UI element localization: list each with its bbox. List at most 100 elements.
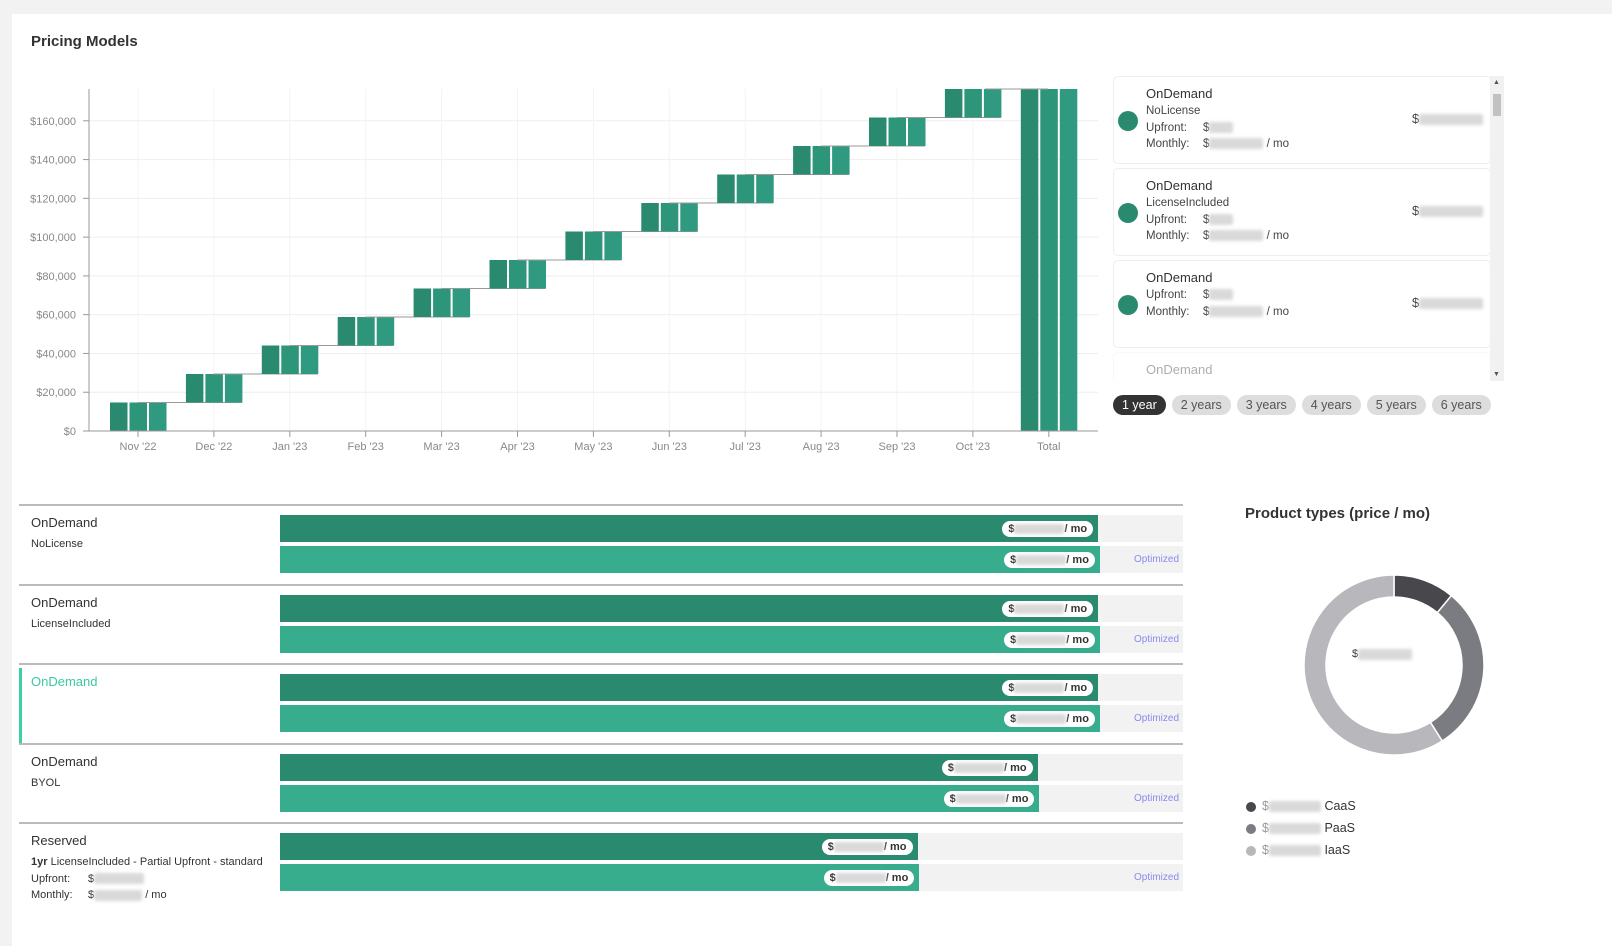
- y-tick-label: $100,000: [30, 232, 76, 244]
- price-tag: $ / mo: [1004, 711, 1095, 727]
- bar-segment[interactable]: [129, 402, 148, 432]
- optimized-price-bar[interactable]: $ / mo Optimized: [280, 705, 1183, 732]
- optimized-price-bar[interactable]: $ / mo Optimized: [280, 784, 1183, 812]
- bar-segment[interactable]: [680, 203, 698, 232]
- optimized-price-bar[interactable]: $ / mo Optimized: [280, 546, 1183, 573]
- bar-segment[interactable]: [489, 260, 508, 289]
- pricing-model-card[interactable]: OnDemandBYOL$: [1113, 352, 1491, 381]
- monthly-line: Monthly: $ / mo: [1146, 138, 1289, 150]
- bar-segment[interactable]: [433, 288, 451, 318]
- period-pill[interactable]: 4 years: [1301, 395, 1361, 415]
- optimized-price-bar[interactable]: $ / mo Optimized: [280, 625, 1183, 653]
- current-price-bar[interactable]: $ / mo: [280, 833, 1183, 860]
- pricing-comparison-rows: OnDemand NoLicense $ / mo $ / mo Optimized OnD…: [19, 504, 1183, 902]
- bar-segment[interactable]: [413, 288, 432, 318]
- period-pill[interactable]: 6 years: [1431, 395, 1491, 415]
- bar-segment[interactable]: [300, 345, 319, 375]
- current-price-bar[interactable]: $ / mo: [280, 674, 1183, 701]
- donut-slice-paas[interactable]: [1429, 594, 1485, 743]
- bar-segment[interactable]: [509, 260, 527, 289]
- optimized-label: Optimized: [1133, 554, 1179, 565]
- model-name: OnDemand: [1146, 362, 1213, 377]
- pricing-row[interactable]: OnDemand $ / mo $ / mo Optimized: [19, 663, 1183, 743]
- bar-segment[interactable]: [185, 374, 204, 403]
- bar-fill: $ / mo: [280, 864, 920, 891]
- period-pill[interactable]: 5 years: [1366, 395, 1426, 415]
- bar-fill: $ / mo: [280, 515, 1099, 542]
- bar-segment[interactable]: [1020, 89, 1039, 431]
- bar-segment[interactable]: [793, 146, 811, 175]
- bar-segment[interactable]: [641, 203, 659, 232]
- legend-item[interactable]: $ PaaS: [1246, 817, 1356, 839]
- optimized-price-bar[interactable]: $ / mo Optimized: [280, 864, 1183, 891]
- legend-item[interactable]: $ IaaS: [1246, 839, 1356, 861]
- bar-segment[interactable]: [205, 374, 223, 403]
- current-price-bar[interactable]: $ / mo: [280, 753, 1183, 781]
- bar-segment[interactable]: [357, 317, 375, 346]
- period-pill[interactable]: 1 year: [1113, 395, 1166, 415]
- scroll-down-icon[interactable]: ▼: [1493, 371, 1500, 378]
- row-license: NoLicense: [31, 538, 83, 550]
- bar-segment[interactable]: [832, 146, 850, 175]
- current-price-bar[interactable]: $ / mo: [280, 515, 1183, 542]
- bar-segment[interactable]: [869, 117, 887, 147]
- y-tick-label: $0: [64, 426, 76, 438]
- bar-segment[interactable]: [452, 288, 471, 318]
- bar-segment[interactable]: [261, 345, 280, 375]
- current-price-bar[interactable]: $ / mo: [280, 594, 1183, 622]
- bar-segment[interactable]: [756, 174, 774, 204]
- pricing-row[interactable]: OnDemand NoLicense $ / mo $ / mo Optimized: [19, 504, 1183, 584]
- bar-segment[interactable]: [376, 317, 395, 346]
- bar-segment[interactable]: [717, 174, 735, 204]
- period-pill[interactable]: 2 years: [1171, 395, 1231, 415]
- price-tag: $ / mo: [1002, 600, 1094, 617]
- legend-item[interactable]: $ CaaS: [1246, 795, 1356, 817]
- pricing-model-card[interactable]: OnDemand NoLicense Upfront: $ Monthly: $ / m…: [1113, 76, 1491, 164]
- pricing-model-list[interactable]: OnDemand NoLicense Upfront: $ Monthly: $ / m…: [1113, 76, 1491, 381]
- bar-segment[interactable]: [281, 345, 299, 375]
- pricing-row[interactable]: Reserved 1yr LicenseIncluded - Partial Up…: [19, 822, 1183, 902]
- y-tick-label: $140,000: [30, 155, 76, 167]
- y-tick-label: $120,000: [30, 193, 76, 205]
- bar-segment[interactable]: [565, 231, 583, 261]
- bar-segment[interactable]: [983, 89, 1002, 118]
- scrollbar[interactable]: ▲ ▼: [1490, 76, 1504, 381]
- bar-segment[interactable]: [337, 317, 356, 346]
- scroll-thumb[interactable]: [1493, 94, 1501, 116]
- bar-segment[interactable]: [660, 203, 679, 232]
- bar-segment[interactable]: [908, 117, 926, 147]
- bar-fill: $ / mo: [280, 705, 1100, 732]
- row-model-name: OnDemand: [31, 753, 98, 769]
- bar-segment[interactable]: [736, 174, 755, 204]
- price-tag: $ / mo: [1004, 631, 1095, 648]
- bar-segment[interactable]: [528, 260, 547, 289]
- product-types-donut: [1303, 574, 1485, 756]
- period-pill[interactable]: 3 years: [1236, 395, 1296, 415]
- bar-segment[interactable]: [224, 374, 243, 403]
- x-tick-label: Dec '22: [195, 441, 232, 453]
- x-tick-label: Jul '23: [729, 441, 760, 453]
- bar-segment[interactable]: [1040, 89, 1058, 431]
- pricing-model-card[interactable]: OnDemand Upfront: $ Monthly: $ / mo $: [1113, 260, 1491, 348]
- bar-segment[interactable]: [812, 146, 831, 175]
- x-tick-label: Oct '23: [956, 441, 991, 453]
- bar-segment[interactable]: [110, 402, 128, 432]
- bar-segment[interactable]: [888, 117, 907, 147]
- x-tick-label: Sep '23: [879, 441, 916, 453]
- pricing-model-card[interactable]: OnDemand LicenseIncluded Upfront: $ Monthly…: [1113, 168, 1491, 256]
- y-tick-label: $80,000: [36, 271, 76, 283]
- bar-segment[interactable]: [604, 231, 622, 261]
- bar-segment[interactable]: [584, 231, 603, 261]
- bar-fill: $ / mo: [280, 594, 1099, 622]
- scroll-up-icon[interactable]: ▲: [1493, 79, 1500, 86]
- x-tick-label: Aug '23: [803, 441, 840, 453]
- bar-segment[interactable]: [1059, 89, 1078, 431]
- model-total: $: [1412, 203, 1484, 220]
- bar-segment[interactable]: [964, 89, 982, 118]
- bar-segment[interactable]: [944, 89, 963, 118]
- pricing-row[interactable]: OnDemand LicenseIncluded $ / mo $ / mo Optimiz…: [19, 583, 1183, 664]
- y-tick-label: $60,000: [36, 310, 76, 322]
- bar-segment[interactable]: [149, 402, 167, 432]
- row-license: LicenseIncluded: [31, 617, 111, 630]
- pricing-row[interactable]: OnDemand BYOL $ / mo $ / mo Optimized: [19, 742, 1183, 823]
